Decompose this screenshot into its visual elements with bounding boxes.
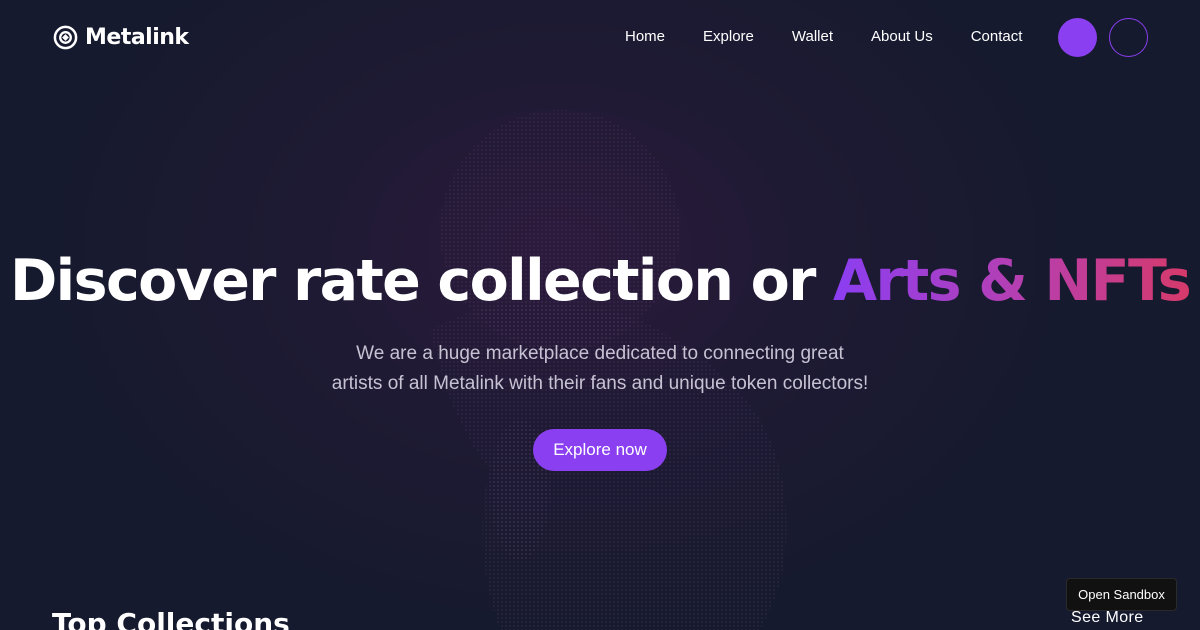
- explore-now-button[interactable]: Explore now: [533, 429, 667, 471]
- see-more-link[interactable]: See More: [1071, 608, 1144, 628]
- hero-title-main: Discover rate collection or: [9, 248, 833, 314]
- open-sandbox-button[interactable]: Open Sandbox: [1066, 578, 1177, 611]
- nav-link-home[interactable]: Home: [625, 27, 665, 47]
- metalink-logo-icon: [53, 25, 78, 49]
- site-header: Metalink Home Explore Wallet About Us Co…: [0, 0, 1200, 76]
- nav-link-contact[interactable]: Contact: [971, 27, 1023, 47]
- hero-title-accent: Arts & NFTs: [832, 248, 1192, 314]
- brand-logo[interactable]: Metalink: [53, 22, 189, 52]
- top-collections-title: Top Collections: [52, 607, 290, 630]
- brand-name: Metalink: [85, 24, 189, 50]
- header-action-filled-button[interactable]: [1058, 18, 1097, 57]
- header-action-outline-button[interactable]: [1109, 18, 1148, 57]
- hero-subtitle-line-1: We are a huge marketplace dedicated to c…: [356, 343, 844, 364]
- hero-subtitle: We are a huge marketplace dedicated to c…: [0, 339, 1200, 399]
- hero-title: Discover rate collection or Arts & NFTs: [0, 244, 1200, 318]
- main-nav: Home Explore Wallet About Us Contact: [625, 27, 1022, 47]
- nav-link-explore[interactable]: Explore: [703, 27, 754, 47]
- hero-subtitle-line-2: artists of all Metalink with their fans …: [331, 373, 869, 394]
- nav-link-about-us[interactable]: About Us: [871, 27, 933, 47]
- nav-link-wallet[interactable]: Wallet: [792, 27, 833, 47]
